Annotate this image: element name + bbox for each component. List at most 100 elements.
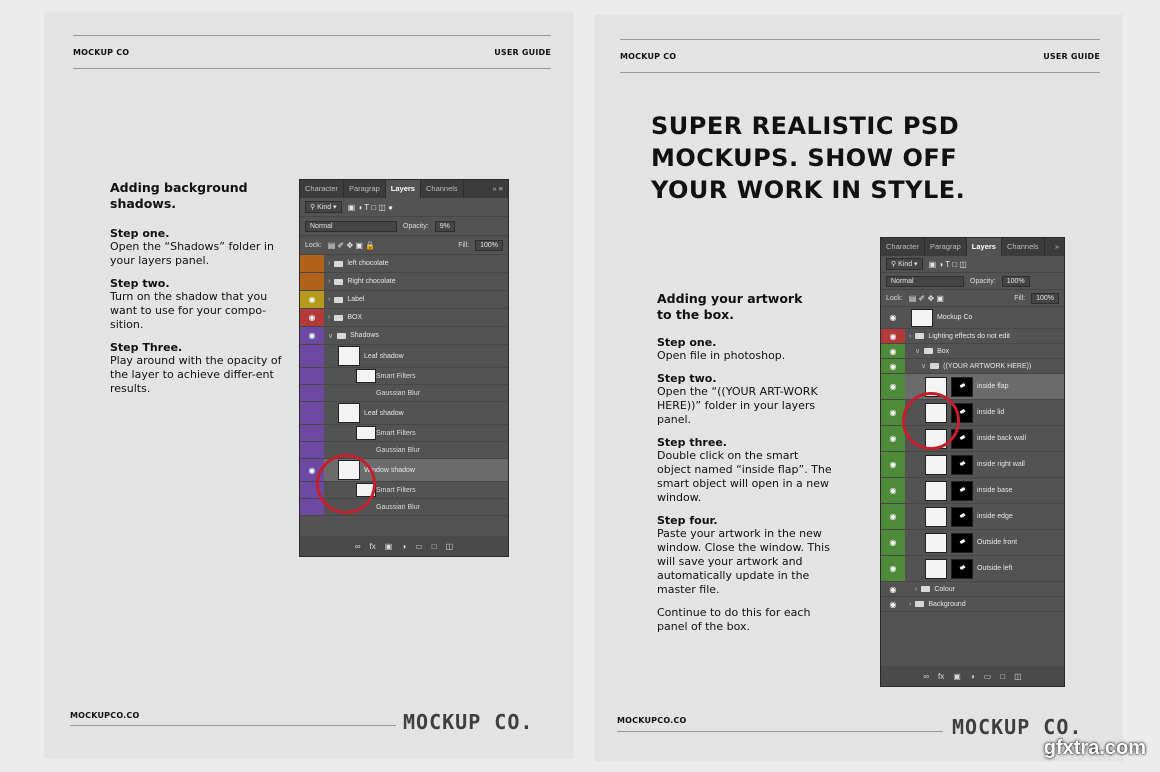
link-icon[interactable]: ∞: [923, 672, 929, 681]
layer-row[interactable]: ◉ inside right wall: [881, 452, 1064, 478]
visibility-toggle[interactable]: [300, 402, 324, 424]
visibility-toggle[interactable]: ◉: [881, 426, 905, 451]
chevron-right-icon[interactable]: ›: [909, 601, 911, 608]
visibility-toggle[interactable]: [300, 273, 324, 290]
chevron-icon[interactable]: ∨: [921, 362, 926, 370]
lock-icons[interactable]: ▤ ✐ ✥ ▣: [909, 294, 944, 303]
visibility-toggle[interactable]: ◉: [881, 478, 905, 503]
layer-row[interactable]: ◉ inside edge: [881, 504, 1064, 530]
layer-name: Background: [928, 600, 966, 608]
folder-icon[interactable]: ▭: [984, 672, 992, 681]
chevron-right-icon[interactable]: ›: [328, 296, 330, 303]
lock-icons[interactable]: ▤ ✐ ✥ ▣ 🔒: [328, 241, 375, 250]
filter-icons[interactable]: ▣ ◑ T □ ◫ ●: [348, 203, 393, 212]
tab-paragraph[interactable]: Paragrap: [344, 180, 386, 198]
visibility-toggle[interactable]: ◉: [300, 309, 324, 326]
layer-row[interactable]: Leaf shadow: [300, 345, 508, 368]
visibility-toggle[interactable]: ◉: [881, 556, 905, 581]
fx-icon[interactable]: fx: [370, 542, 376, 551]
layer-row[interactable]: ◉ › BOX: [300, 309, 508, 327]
tab-layers[interactable]: Layers: [385, 180, 421, 198]
tab-channels[interactable]: Channels: [1002, 238, 1045, 256]
new-layer-icon[interactable]: □: [1000, 672, 1005, 681]
new-layer-icon[interactable]: □: [432, 542, 437, 551]
chevron-right-icon[interactable]: ›: [328, 278, 330, 285]
chevron-right-icon[interactable]: ∨: [328, 332, 333, 340]
panel-menu-icon[interactable]: »: [1050, 238, 1064, 256]
section-heading: Adding background shadows.: [110, 180, 248, 211]
visibility-toggle[interactable]: [300, 425, 324, 441]
visibility-toggle[interactable]: [300, 368, 324, 384]
tab-layers[interactable]: Layers: [966, 238, 1002, 256]
visibility-toggle[interactable]: ◉: [881, 597, 905, 611]
layer-row[interactable]: ◉ Outside left: [881, 556, 1064, 582]
visibility-toggle[interactable]: ◉: [881, 452, 905, 477]
trash-icon[interactable]: ◫: [1014, 672, 1022, 681]
visibility-toggle[interactable]: [300, 345, 324, 367]
trash-icon[interactable]: ◫: [446, 542, 454, 551]
layer-row[interactable]: ◉ › Background: [881, 597, 1064, 612]
fill-input[interactable]: 100%: [1031, 292, 1059, 304]
visibility-toggle[interactable]: [300, 255, 324, 272]
link-icon[interactable]: ∞: [355, 542, 361, 551]
visibility-toggle[interactable]: ◉: [881, 504, 905, 529]
layer-row[interactable]: ◉ › Colour: [881, 582, 1064, 597]
tab-channels[interactable]: Channels: [421, 180, 464, 198]
layer-row[interactable]: ◉ › Lighting effects do not edit: [881, 329, 1064, 344]
chevron-right-icon[interactable]: ›: [328, 314, 330, 321]
layer-row[interactable]: › left chocolate: [300, 255, 508, 273]
visibility-toggle[interactable]: ◉: [881, 329, 905, 343]
blend-mode-select[interactable]: Normal: [305, 220, 397, 232]
visibility-toggle[interactable]: [300, 442, 324, 458]
visibility-toggle[interactable]: [300, 385, 324, 401]
fill-input[interactable]: 100%: [475, 239, 503, 251]
visibility-toggle[interactable]: ◉: [881, 530, 905, 555]
mask-icon[interactable]: ▣: [385, 542, 393, 551]
layer-row[interactable]: ◉ inside flap: [881, 374, 1064, 400]
kind-filter[interactable]: ⚲ Kind ▾: [305, 201, 342, 213]
kind-filter[interactable]: ⚲ Kind ▾: [886, 258, 923, 270]
opacity-input[interactable]: 100%: [1001, 275, 1030, 287]
chevron-right-icon[interactable]: ›: [328, 260, 330, 267]
visibility-toggle[interactable]: ◉: [300, 291, 324, 308]
tab-paragraph[interactable]: Paragrap: [925, 238, 967, 256]
folder-icon[interactable]: ▭: [415, 542, 423, 551]
mask-icon[interactable]: ▣: [953, 672, 961, 681]
layer-row[interactable]: › Right chocolate: [300, 273, 508, 291]
tab-character[interactable]: Character: [881, 238, 925, 256]
layer-row[interactable]: ◉ Outside front: [881, 530, 1064, 556]
smart-filters-row[interactable]: Smart Filters: [300, 425, 508, 442]
layer-row[interactable]: Leaf shadow: [300, 402, 508, 425]
chevron-icon[interactable]: ∨: [915, 347, 920, 355]
folder-icon: [915, 601, 925, 607]
filter-icons[interactable]: ▣ ◑ T □ ◫: [929, 260, 967, 269]
visibility-toggle[interactable]: ◉: [881, 374, 905, 399]
visibility-toggle[interactable]: ◉: [300, 327, 324, 344]
layer-row[interactable]: ◉ Mockup Co: [881, 307, 1064, 329]
layer-row[interactable]: ◉ ∨ ((YOUR ARTWORK HERE)): [881, 359, 1064, 374]
smart-object-thumbnail: [925, 480, 947, 501]
adjustment-icon[interactable]: ◑: [970, 672, 975, 681]
chevron-icon[interactable]: ›: [909, 333, 911, 340]
eye-icon: ◉: [889, 512, 897, 521]
visibility-toggle[interactable]: [300, 499, 324, 515]
adjustment-icon[interactable]: ◑: [401, 542, 406, 551]
opacity-input[interactable]: 9%: [434, 220, 455, 232]
chevron-right-icon[interactable]: ›: [915, 586, 917, 593]
layer-name: BOX: [347, 314, 363, 321]
visibility-toggle[interactable]: ◉: [881, 307, 905, 328]
layer-row[interactable]: ◉ inside base: [881, 478, 1064, 504]
layer-row[interactable]: ◉ › Label: [300, 291, 508, 309]
fx-icon[interactable]: fx: [938, 672, 944, 681]
smart-filters-row[interactable]: Smart Filters: [300, 368, 508, 385]
layer-row[interactable]: ◉ ∨ Box: [881, 344, 1064, 359]
blend-mode-select[interactable]: Normal: [886, 275, 964, 287]
eye-icon: ◉: [308, 331, 316, 340]
visibility-toggle[interactable]: ◉: [881, 344, 905, 358]
layer-row[interactable]: ◉ ∨ Shadows: [300, 327, 508, 345]
visibility-toggle[interactable]: ◉: [881, 359, 905, 373]
visibility-toggle[interactable]: ◉: [881, 582, 905, 596]
gaussian-blur-row[interactable]: Gaussian Blur: [300, 385, 508, 402]
panel-menu-icon[interactable]: » ≡: [487, 180, 508, 198]
tab-character[interactable]: Character: [300, 180, 344, 198]
